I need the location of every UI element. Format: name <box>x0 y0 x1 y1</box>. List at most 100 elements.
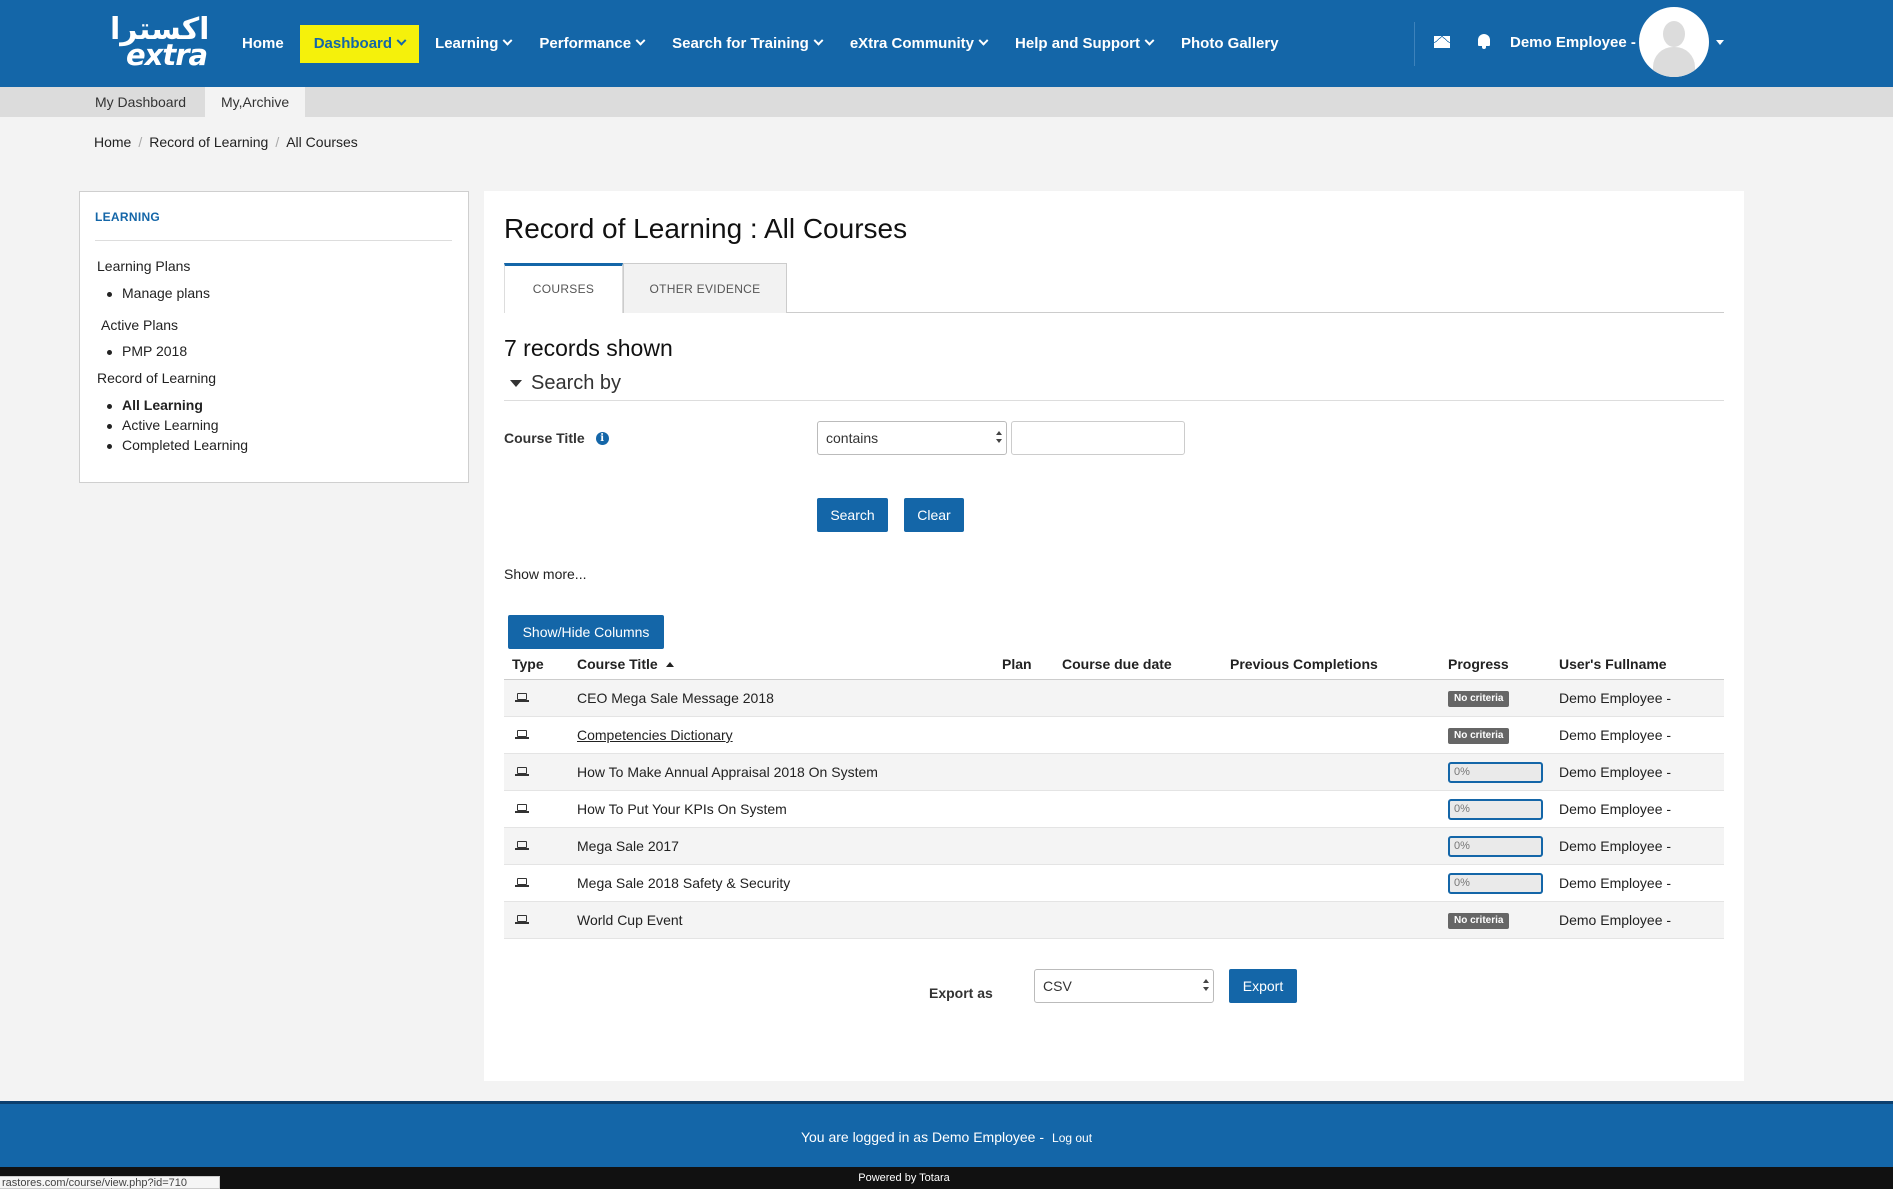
column-header-plan[interactable]: Plan <box>1002 656 1032 672</box>
user-fullname-cell[interactable]: Demo Employee - <box>1559 875 1671 891</box>
progress-bar: 0% <box>1448 762 1543 783</box>
sub-navigation: My Dashboard My,Archive <box>0 87 1893 117</box>
divider <box>504 400 1724 401</box>
course-title-cell[interactable]: Competencies Dictionary <box>577 727 733 743</box>
laptop-icon <box>515 767 529 776</box>
table-row: How To Put Your KPIs On System 0% Demo Emp… <box>504 791 1724 828</box>
breadcrumb: Home / Record of Learning / All Courses <box>94 134 358 150</box>
logo-english: extra <box>126 38 208 72</box>
sidebar-item-active-learning[interactable]: Active Learning <box>107 417 219 433</box>
nav-item-help-and-support[interactable]: Help and Support <box>1001 25 1167 63</box>
nav-item-photo-gallery[interactable]: Photo Gallery <box>1167 25 1293 63</box>
laptop-icon <box>515 693 529 702</box>
show-hide-columns-button[interactable]: Show/Hide Columns <box>508 615 664 649</box>
progress-bar: 0% <box>1448 799 1543 820</box>
course-title-label: Course Title <box>504 430 585 446</box>
select-arrows-icon <box>996 431 1002 445</box>
nav-item-label: Dashboard <box>313 34 393 52</box>
breadcrumb-home[interactable]: Home <box>94 134 131 150</box>
nav-item-performance[interactable]: Performance <box>525 25 658 63</box>
user-fullname-cell[interactable]: Demo Employee - <box>1559 912 1671 928</box>
records-count: 7 records shown <box>504 335 673 361</box>
column-header-previous-completions[interactable]: Previous Completions <box>1230 656 1378 672</box>
chevron-down-icon <box>813 35 824 46</box>
logout-link[interactable]: Log out <box>1052 1131 1092 1145</box>
logged-in-text: You are logged in as Demo Employee - <box>800 1129 1045 1145</box>
nav-item-label: Photo Gallery <box>1181 34 1279 52</box>
bell-icon[interactable] <box>1477 34 1491 49</box>
nav-item-home[interactable]: Home <box>228 25 298 63</box>
course-title-cell[interactable]: Mega Sale 2018 Safety & Security <box>577 875 790 891</box>
mail-icon[interactable] <box>1434 36 1450 48</box>
tab-other-evidence[interactable]: OTHER EVIDENCE <box>623 263 787 313</box>
nav-item-label: Search for Training <box>672 34 809 52</box>
nav-item-search-for-training[interactable]: Search for Training <box>658 25 836 63</box>
chevron-down-icon <box>502 35 513 46</box>
chevron-down-icon[interactable] <box>1716 40 1724 45</box>
nav-item-label: eXtra Community <box>849 34 975 52</box>
clear-button[interactable]: Clear <box>904 498 964 532</box>
table-row: World Cup Event No criteria Demo Employee … <box>504 902 1724 939</box>
sidebar-item-completed-learning[interactable]: Completed Learning <box>106 437 248 453</box>
column-header-course-title[interactable]: Course Title <box>577 656 674 672</box>
course-title-input[interactable] <box>1011 421 1185 455</box>
laptop-icon <box>515 804 529 813</box>
nav-item-dashboard[interactable]: Dashboard <box>299 24 420 63</box>
sidebar-item-manage-plans[interactable]: Manage plans <box>107 285 210 301</box>
sidebar-item-pmp-2018[interactable]: PMP 2018 <box>106 343 187 359</box>
progress-bar-label: 0% <box>1454 840 1470 852</box>
course-title-cell[interactable]: How To Put Your KPIs On System <box>577 801 787 817</box>
powered-by-text[interactable]: Powered by Totara <box>0 1172 1808 1184</box>
user-fullname-cell[interactable]: Demo Employee - <box>1559 801 1671 817</box>
table-row: CEO Mega Sale Message 2018 No criteria Dem… <box>504 680 1724 717</box>
breadcrumb-all-courses[interactable]: All Courses <box>286 134 358 150</box>
table-row: Mega Sale 2017 0% Demo Employee - <box>504 828 1724 865</box>
sidebar-item-all-learning[interactable]: All Learning <box>107 397 203 413</box>
chevron-down-icon <box>1144 35 1155 46</box>
chevron-down-icon <box>396 35 407 46</box>
tab-courses[interactable]: COURSES <box>504 263 623 313</box>
subtab-my-dashboard[interactable]: My Dashboard <box>83 87 198 117</box>
page-title: Record of Learning : All Courses <box>504 213 908 244</box>
table-row: Mega Sale 2018 Safety & Security 0% Demo E… <box>504 865 1724 902</box>
export-as-label: Export as <box>929 985 993 1001</box>
main-nav: Home Dashboard Learning Performance Search f… <box>228 0 1293 87</box>
export-button[interactable]: Export <box>1229 969 1297 1003</box>
breadcrumb-record-of-learning[interactable]: Record of Learning <box>149 134 268 150</box>
column-header-course-title-label: Course Title <box>577 656 658 672</box>
column-header-course-due-date[interactable]: Course due date <box>1062 656 1172 672</box>
avatar-icon[interactable] <box>1639 7 1709 77</box>
no-criteria-badge: No criteria <box>1448 728 1510 744</box>
user-fullname-cell[interactable]: Demo Employee - <box>1559 838 1671 854</box>
laptop-icon <box>515 841 529 850</box>
course-title-cell[interactable]: Mega Sale 2017 <box>577 838 679 854</box>
nav-item-learning[interactable]: Learning <box>421 25 525 63</box>
course-title-filter-label: Course Title i <box>504 430 609 446</box>
operator-select[interactable]: contains <box>817 421 1007 455</box>
extra-logo[interactable]: اكسترا extra <box>108 12 210 72</box>
nav-item-extra-community[interactable]: eXtra Community <box>836 25 1001 63</box>
column-header-type[interactable]: Type <box>512 656 544 672</box>
course-title-cell[interactable]: How To Make Annual Appraisal 2018 On Sys… <box>577 764 878 780</box>
search-button[interactable]: Search <box>817 498 888 532</box>
show-more-link[interactable]: Show more... <box>504 566 586 582</box>
nav-divider <box>1414 22 1415 66</box>
nav-item-label: Performance <box>539 34 632 52</box>
info-icon[interactable]: i <box>595 431 609 445</box>
course-title-cell[interactable]: World Cup Event <box>577 912 683 928</box>
user-menu-name[interactable]: Demo Employee - <box>1510 34 1636 51</box>
progress-bar-label: 0% <box>1454 803 1470 815</box>
progress-bar-label: 0% <box>1454 766 1470 778</box>
progress-bar-label: 0% <box>1454 877 1470 889</box>
course-title-cell[interactable]: CEO Mega Sale Message 2018 <box>577 690 774 706</box>
export-format-select[interactable]: CSV <box>1034 969 1214 1003</box>
user-fullname-cell[interactable]: Demo Employee - <box>1559 690 1671 706</box>
user-fullname-cell[interactable]: Demo Employee - <box>1559 727 1671 743</box>
user-fullname-cell[interactable]: Demo Employee - <box>1559 764 1671 780</box>
subtab-my-archive[interactable]: My,Archive <box>205 87 306 117</box>
column-header-progress[interactable]: Progress <box>1448 656 1509 672</box>
search-by-toggle[interactable]: Search by <box>510 372 621 395</box>
search-by-label: Search by <box>531 372 622 394</box>
status-bar-url: rastores.com/course/view.php?id=710 <box>0 1176 220 1189</box>
column-header-users-fullname[interactable]: User's Fullname <box>1559 656 1667 672</box>
